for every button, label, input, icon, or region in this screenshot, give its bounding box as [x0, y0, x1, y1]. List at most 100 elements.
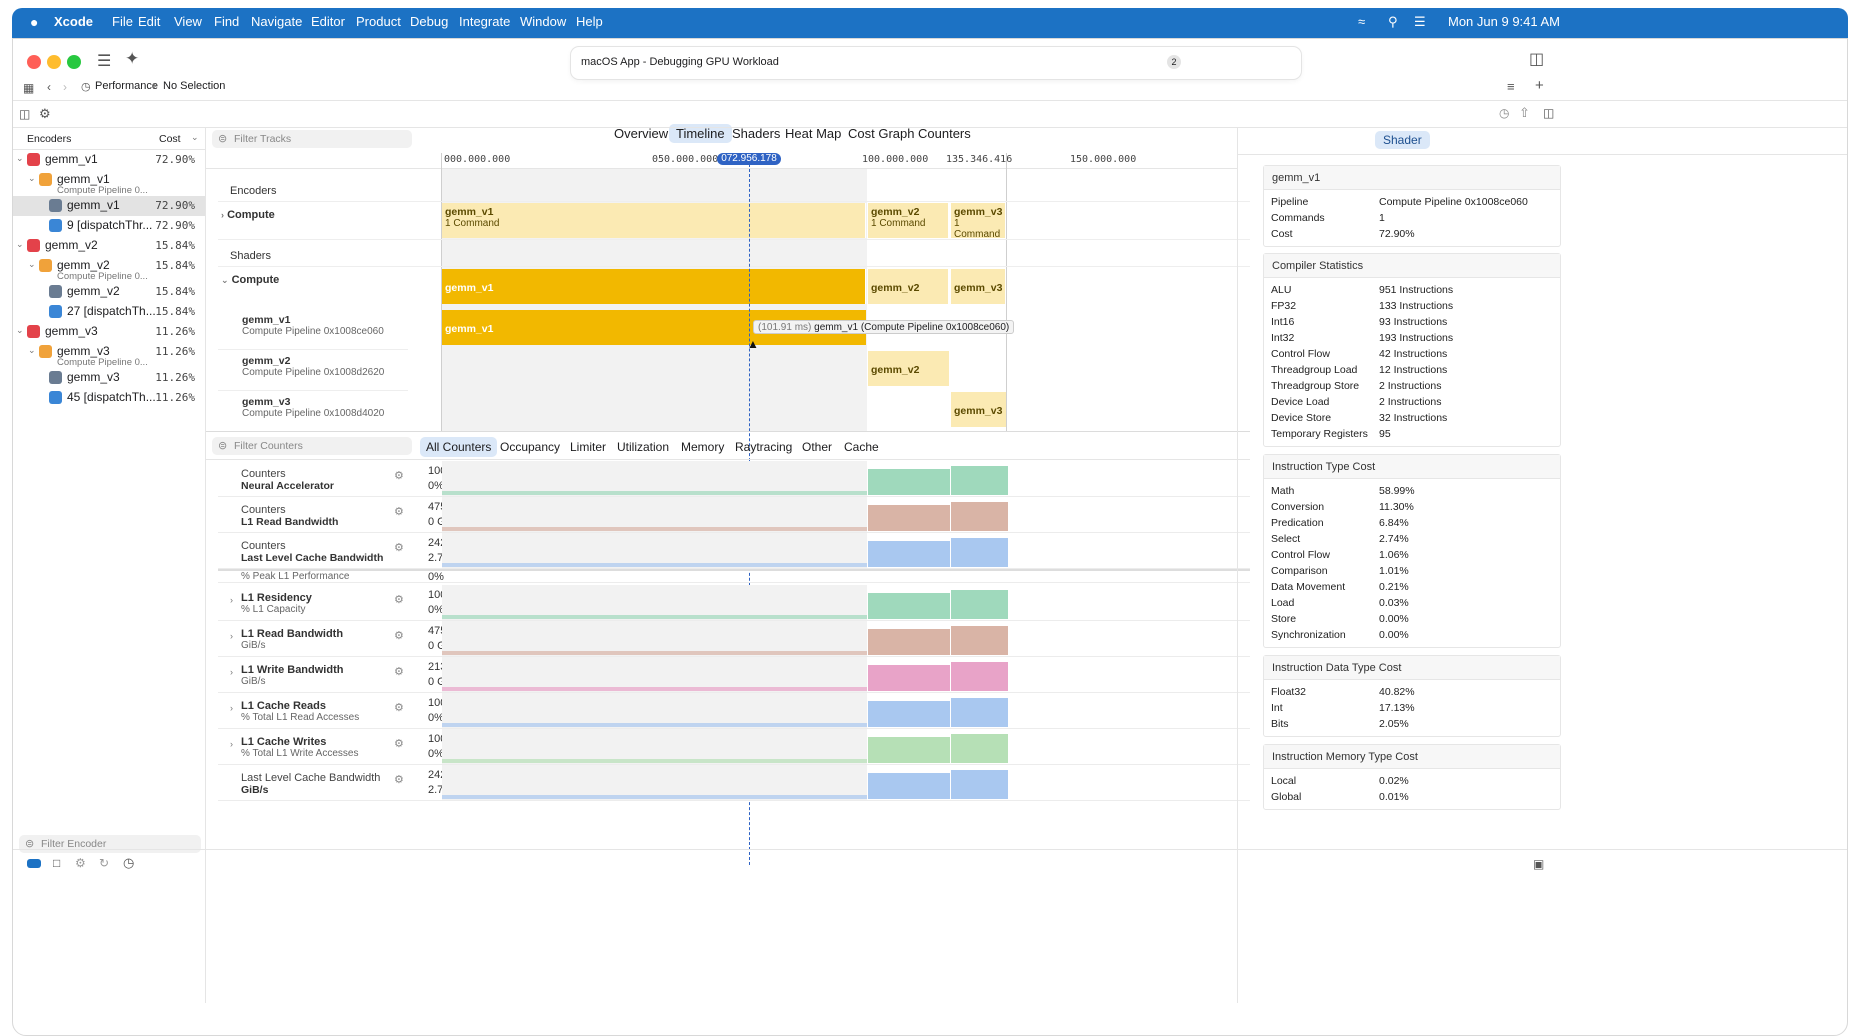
expand-chevron-icon[interactable]: › [221, 210, 224, 220]
encoder-row[interactable]: 27 [dispatchTh... 15.84% [13, 302, 205, 322]
menu-editor[interactable]: Editor [311, 14, 345, 29]
disclosure-chevron-icon[interactable]: ⌄ [28, 173, 36, 184]
issue-badge[interactable]: 2 [1167, 55, 1181, 69]
encoder-row[interactable]: ⌄ gemm_v3 Compute Pipeline 0... 11.26% [13, 342, 205, 368]
counter-row[interactable]: › L1 Cache Writes% Total L1 Write Accesse… [218, 729, 1250, 765]
counter-row[interactable]: CountersL1 Read Bandwidth⚙475.7281 GiB/s… [218, 497, 1250, 533]
counter-row[interactable]: › L1 Cache Reads% Total L1 Read Accesses ⚙… [218, 693, 1250, 729]
apple-menu-icon[interactable]: ● [30, 14, 38, 30]
menu-navigate[interactable]: Navigate [251, 14, 302, 29]
counter-filter-memory[interactable]: Memory [675, 437, 730, 457]
sidebar-toggle-icon[interactable]: ◫ [19, 107, 30, 121]
inspector-toggle-icon[interactable]: ◫ [1529, 49, 1544, 69]
encoder-bar[interactable]: gemm_v1 1 Command [442, 203, 866, 238]
breadcrumb-root[interactable]: Performance [95, 80, 158, 92]
playhead-time[interactable]: 072.956.178 [717, 153, 781, 165]
counter-row[interactable]: ›L1 Write BandwidthGiB/s⚙213.4826 GiB/s0… [218, 657, 1250, 693]
filter-tracks-field[interactable]: ⊜ Filter Tracks [212, 130, 412, 148]
zoom-button[interactable] [67, 55, 81, 69]
filter-encoder-field[interactable]: ⊜ Filter Encoder [19, 835, 201, 853]
counter-row[interactable]: CountersLast Level Cache Bandwidth⚙242.2… [218, 533, 1250, 569]
menu-find[interactable]: Find [214, 14, 239, 29]
encoder-row[interactable]: ⌄ gemm_v1 Compute Pipeline 0... [13, 170, 205, 196]
reload-icon[interactable]: ↻ [99, 856, 109, 870]
counter-row[interactable]: Last Level Cache BandwidthGiB/s⚙242.2565… [218, 765, 1250, 801]
menu-help[interactable]: Help [576, 14, 603, 29]
expand-chevron-icon[interactable]: › [230, 631, 233, 641]
menu-debug[interactable]: Debug [410, 14, 448, 29]
filter-counters-field[interactable]: ⊜ Filter Counters [212, 437, 412, 455]
encoder-bar[interactable]: gemm_v2 1 Command [868, 203, 949, 238]
counter-filter-limiter[interactable]: Limiter [564, 437, 612, 457]
add-icon[interactable]: + [1535, 77, 1544, 94]
menu-integrate[interactable]: Integrate [459, 14, 510, 29]
grid-icon[interactable]: ▦ [23, 81, 34, 95]
capture-icon[interactable] [27, 859, 41, 868]
lines-icon[interactable]: ≡ [1507, 79, 1515, 94]
encoder-row[interactable]: ⌄ gemm_v1 72.90% [13, 150, 205, 170]
encoder-bar[interactable]: gemm_v3 1 Command [951, 203, 1006, 240]
share-icon[interactable]: ⇧ [1519, 105, 1530, 121]
expand-chevron-icon[interactable]: › [230, 595, 233, 605]
pipeline-track-name[interactable]: gemm_v1 [242, 314, 290, 326]
gear-icon[interactable]: ⚙ [75, 856, 86, 870]
disclosure-chevron-icon[interactable]: ⌄ [16, 239, 24, 250]
shader-bar[interactable]: gemm_v3 [951, 269, 1006, 304]
pipeline-track-name[interactable]: gemm_v3 [242, 396, 290, 408]
encoder-row[interactable]: 45 [dispatchTh... 11.26% [13, 388, 205, 408]
collapse-chevron-icon[interactable]: ⌄ [221, 275, 229, 285]
menu-edit[interactable]: Edit [138, 14, 160, 29]
shader-bar[interactable]: gemm_v1 [442, 269, 866, 304]
encoder-row[interactable]: gemm_v2 15.84% [13, 282, 205, 302]
counter-settings-icon[interactable]: ⚙ [394, 541, 404, 554]
gauge-icon[interactable]: ◷ [1499, 106, 1509, 120]
minimize-button[interactable] [47, 55, 61, 69]
search-icon[interactable]: ⚲ [1388, 14, 1398, 30]
counter-filter-all-counters[interactable]: All Counters [420, 437, 498, 457]
time-ruler[interactable]: 000.000.000 050.000.000 100.000.000 135.346… [442, 151, 1237, 169]
stop-icon[interactable]: □ [53, 856, 60, 870]
menu-product[interactable]: Product [356, 14, 401, 29]
expand-chevron-icon[interactable]: › [230, 667, 233, 677]
encoder-row[interactable]: ⌄ gemm_v2 Compute Pipeline 0... 15.84% [13, 256, 205, 282]
expand-chevron-icon[interactable]: › [230, 703, 233, 713]
counter-filter-occupancy[interactable]: Occupancy [494, 437, 566, 457]
encoders-header[interactable]: Encoders [27, 133, 71, 145]
inspector-tab-shader[interactable]: Shader [1375, 131, 1430, 149]
shader-bar[interactable]: gemm_v2 [868, 269, 949, 304]
menu-app[interactable]: Xcode [54, 14, 93, 29]
counter-settings-icon[interactable]: ⚙ [394, 593, 404, 606]
counter-filter-other[interactable]: Other [796, 437, 838, 457]
gauge-icon[interactable]: ◷ [123, 855, 134, 871]
counter-settings-icon[interactable]: ⚙ [394, 505, 404, 518]
menu-clock[interactable]: Mon Jun 9 9:41 AM [1448, 14, 1560, 29]
encoder-row[interactable]: gemm_v1 72.90% [13, 196, 205, 216]
counter-settings-icon[interactable]: ⚙ [394, 665, 404, 678]
encoder-row[interactable]: 9 [dispatchThr... 72.90% [13, 216, 205, 236]
track-compute-label[interactable]: › Compute [221, 209, 275, 221]
cost-header[interactable]: Cost [159, 133, 181, 145]
counter-row[interactable]: ›L1 Residency% L1 Capacity⚙100%0% [218, 585, 1250, 621]
counter-settings-icon[interactable]: ⚙ [394, 701, 404, 714]
counter-filter-raytracing[interactable]: Raytracing [729, 437, 798, 457]
counter-settings-icon[interactable]: ⚙ [394, 773, 404, 786]
sparkle-icon[interactable]: ✦ [125, 49, 139, 69]
right-panel-icon[interactable]: ◫ [1543, 106, 1554, 120]
menu-view[interactable]: View [174, 14, 202, 29]
disclosure-chevron-icon[interactable]: ⌄ [28, 345, 36, 356]
pipeline-bar[interactable]: gemm_v2 [868, 351, 949, 386]
disclosure-chevron-icon[interactable]: ⌄ [16, 325, 24, 336]
bottom-panel-icon[interactable]: ▣ [1533, 857, 1544, 871]
counter-settings-icon[interactable]: ⚙ [394, 737, 404, 750]
sort-chevron-icon[interactable]: ⌄ [191, 132, 199, 143]
activity-view[interactable]: macOS App - Debugging GPU Workload 2 [571, 47, 1301, 79]
back-icon[interactable]: ‹ [47, 80, 51, 94]
counter-row[interactable]: ›L1 Read BandwidthGiB/s⚙475.7281 GiB/s0 … [218, 621, 1250, 657]
close-button[interactable] [27, 55, 41, 69]
encoder-row[interactable]: ⌄ gemm_v2 15.84% [13, 236, 205, 256]
disclosure-chevron-icon[interactable]: ⌄ [28, 259, 36, 270]
expand-chevron-icon[interactable]: › [230, 739, 233, 749]
settings-icon[interactable]: ⚙ [39, 106, 51, 122]
counter-row[interactable]: CountersNeural Accelerator⚙100%0% [218, 461, 1250, 497]
track-compute2-label[interactable]: ⌄ Compute [221, 274, 279, 286]
